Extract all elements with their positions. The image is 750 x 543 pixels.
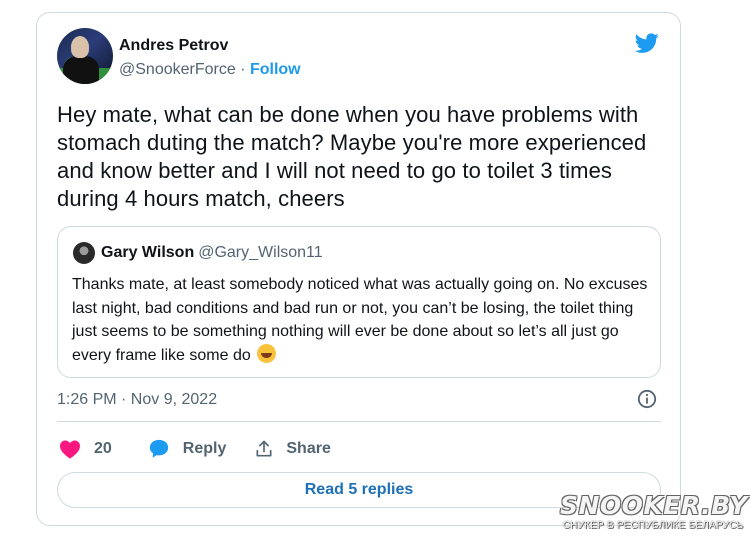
author-handle[interactable]: @SnookerForce <box>119 61 236 78</box>
heart-icon <box>60 440 80 459</box>
like-count: 20 <box>94 440 112 457</box>
reply-label: Reply <box>182 440 227 457</box>
quoted-author-line: Gary Wilson @Gary_Wilson11 <box>101 244 323 262</box>
quoted-tweet-text-block: Thanks mate, at least somebody noticed w… <box>72 273 652 367</box>
like-button[interactable]: 20 <box>59 439 148 459</box>
reply-button[interactable]: Reply <box>148 438 255 460</box>
tweet-text: Hey mate, what can be done when you have… <box>57 102 647 211</box>
avatar-player-suit <box>63 56 99 84</box>
share-button[interactable]: Share <box>254 439 331 459</box>
quoted-author-handle[interactable]: @Gary_Wilson11 <box>198 244 322 261</box>
tweet-actions: 20 Reply Share <box>59 437 331 461</box>
tweet-card: Andres Petrov @SnookerForce · Follow Hey… <box>36 12 681 526</box>
info-icon[interactable] <box>637 389 657 409</box>
quoted-tweet-text: Thanks mate, at least somebody noticed w… <box>72 276 648 364</box>
share-upload-icon <box>256 440 272 457</box>
handle-separator: · <box>235 61 250 78</box>
tweet-timestamp[interactable]: 1:26 PM · Nov 9, 2022 <box>57 391 217 409</box>
twitter-bird-icon[interactable] <box>633 31 661 55</box>
watermark-title: SNOOKER.BY <box>560 491 748 520</box>
watermark-subtitle: СНУКЕР В РЕСПУБЛИКЕ БЕЛАРУСЬ <box>562 520 744 531</box>
quoted-author-avatar[interactable] <box>73 242 95 264</box>
speech-bubble-icon <box>149 439 168 458</box>
avatar-player-head <box>71 36 89 58</box>
quoted-tweet[interactable]: Gary Wilson @Gary_Wilson11 Thanks mate, a… <box>57 226 661 378</box>
laughing-emoji-icon <box>257 343 277 363</box>
quoted-author-name[interactable]: Gary Wilson <box>101 244 194 261</box>
divider <box>57 421 661 422</box>
author-handle-line: @SnookerForce · Follow <box>119 61 301 79</box>
author-avatar[interactable] <box>57 28 113 84</box>
snooker-by-watermark: SNOOKER.BY СНУКЕР В РЕСПУБЛИКЕ БЕЛАРУСЬ <box>560 491 748 540</box>
follow-button[interactable]: Follow <box>250 61 301 78</box>
share-label: Share <box>286 440 331 457</box>
author-name[interactable]: Andres Petrov <box>119 37 228 55</box>
